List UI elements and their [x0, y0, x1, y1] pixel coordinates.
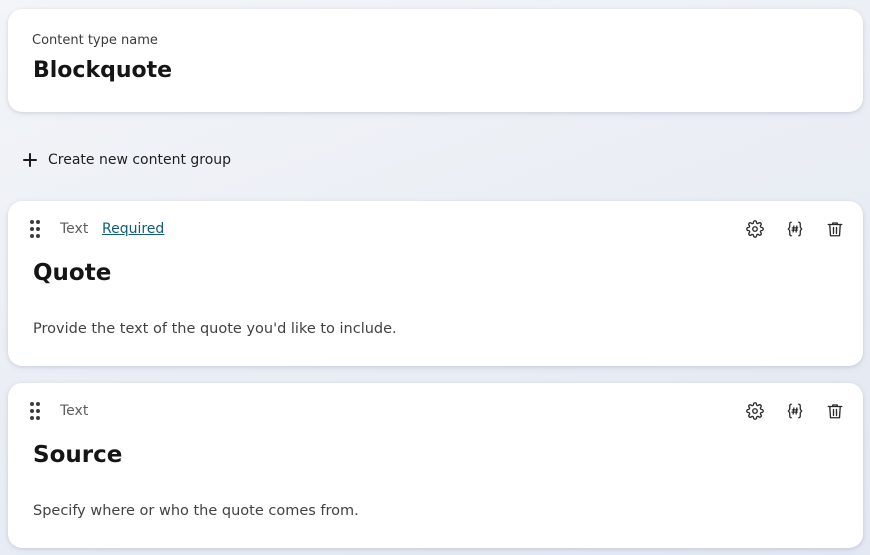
- field-delete-button[interactable]: [823, 217, 847, 241]
- content-type-name-label: Content type name: [32, 33, 158, 48]
- field-variable-button[interactable]: [783, 399, 807, 423]
- field-variable-button[interactable]: [783, 217, 807, 241]
- drag-handle-icon[interactable]: [30, 402, 42, 420]
- gear-icon: [746, 220, 764, 238]
- field-settings-button[interactable]: [743, 399, 767, 423]
- field-type-label: Text: [60, 403, 89, 419]
- field-title[interactable]: Quote: [33, 260, 111, 286]
- content-type-name-card: Content type name Blockquote: [8, 9, 863, 112]
- field-title[interactable]: Source: [33, 442, 122, 468]
- field-card-source: Text Source Specify where or who the quo…: [8, 383, 863, 548]
- variable-icon: [787, 403, 803, 419]
- field-type-label: Text: [60, 221, 89, 237]
- field-card-quote: Text Required Quote Provide the text of …: [8, 201, 863, 366]
- gear-icon: [746, 402, 764, 420]
- content-type-name-value[interactable]: Blockquote: [33, 58, 172, 83]
- drag-handle-icon[interactable]: [30, 220, 42, 238]
- create-content-group-label: Create new content group: [48, 152, 232, 168]
- field-delete-button[interactable]: [823, 399, 847, 423]
- variable-icon: [787, 221, 803, 237]
- trash-icon: [827, 404, 843, 419]
- required-link[interactable]: Required: [102, 221, 164, 237]
- field-description[interactable]: Provide the text of the quote you'd like…: [33, 321, 397, 337]
- field-settings-button[interactable]: [743, 217, 767, 241]
- field-description[interactable]: Specify where or who the quote comes fro…: [33, 503, 359, 519]
- create-content-group-button[interactable]: Create new content group: [20, 148, 231, 172]
- plus-icon: [20, 150, 40, 170]
- trash-icon: [827, 222, 843, 237]
